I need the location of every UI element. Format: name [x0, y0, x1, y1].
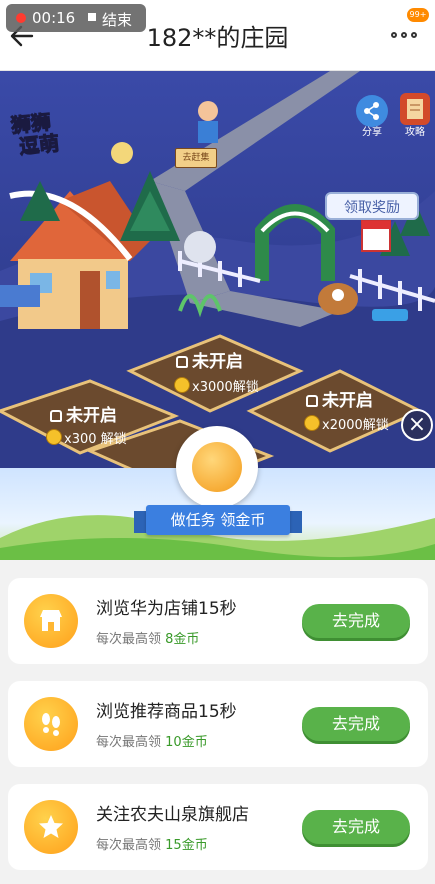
task-reward-text: 每次最高领 10金币 [96, 735, 208, 750]
task-title: 浏览华为店铺15秒 [96, 599, 237, 619]
complete-task-button[interactable]: 去完成 [302, 707, 410, 741]
end-recording-button[interactable]: 结束 [102, 9, 132, 30]
notification-badge: 99+ [407, 8, 429, 22]
plot-3-status[interactable]: 未开启 [306, 386, 373, 411]
stop-icon [88, 13, 96, 21]
plot-2-status[interactable]: 未开启 [50, 401, 117, 426]
market-signpost[interactable]: 去赶集 [175, 148, 217, 168]
shop-icon [24, 594, 78, 648]
task-title: 浏览推荐商品15秒 [96, 702, 237, 722]
task-reward-value: 15金币 [165, 838, 208, 853]
claim-reward-button[interactable]: 领取奖励 [325, 192, 419, 220]
guide-label: 攻略 [405, 127, 425, 138]
lock-icon [176, 356, 188, 368]
star-icon [24, 800, 78, 854]
recording-time: 00:16 [32, 9, 76, 27]
plot-2-cost: x300 解锁 [46, 428, 127, 447]
task-ribbon-title: 做任务 领金币 [146, 505, 290, 535]
lock-icon [306, 395, 318, 407]
task-reward-value: 10金币 [165, 735, 208, 750]
coin-icon [304, 415, 320, 431]
task-reward-text: 每次最高领 8金币 [96, 632, 200, 647]
lock-icon [50, 410, 62, 422]
task-title: 关注农夫山泉旗舰店 [96, 805, 249, 825]
footprint-icon [24, 697, 78, 751]
game-logo: 狮狮 逗萌 [9, 107, 84, 159]
task-card: 浏览华为店铺15秒 每次最高领 8金币 去完成 [8, 578, 428, 664]
coin-icon [46, 429, 62, 445]
more-options-icon[interactable] [391, 26, 421, 46]
task-card: 浏览推荐商品15秒 每次最高领 10金币 去完成 [8, 681, 428, 767]
plot-1-status[interactable]: 未开启 [176, 347, 243, 372]
plot-1-cost: x3000解锁 [174, 376, 259, 395]
farm-scene[interactable]: 狮狮 逗萌 去赶集 分享 攻略 领取奖励 未开启 x3000解锁 未开启 x30… [0, 71, 435, 471]
task-reward-value: 8金币 [165, 632, 200, 647]
task-card: 关注农夫山泉旗舰店 每次最高领 15金币 去完成 [8, 784, 428, 870]
coin-icon [174, 377, 190, 393]
task-reward-text: 每次最高领 15金币 [96, 838, 208, 853]
complete-task-button[interactable]: 去完成 [302, 604, 410, 638]
share-label: 分享 [362, 127, 382, 138]
screen-recording-indicator[interactable]: 00:16 结束 [6, 4, 146, 32]
complete-task-button[interactable]: 去完成 [302, 810, 410, 844]
guide-book-icon[interactable] [400, 93, 430, 125]
close-icon[interactable]: × [401, 409, 433, 441]
plot-3-cost: x2000解锁 [304, 414, 389, 433]
recording-dot-icon [16, 13, 26, 23]
gold-coin-icon [176, 426, 258, 508]
